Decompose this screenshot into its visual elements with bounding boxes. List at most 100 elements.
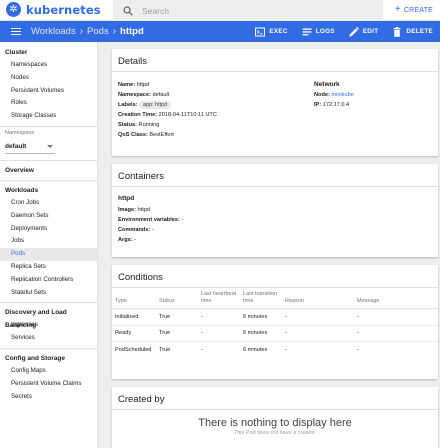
logo-text: kubernetes [26,2,101,17]
card-title-conditions: Conditions [112,265,438,288]
detail-ip: IP: 172.17.0.4 [314,102,350,109]
cell-status: True [159,347,171,353]
column-header-last-heartbeat[interactable]: Last heartbeat time [198,288,240,309]
sidebar-divider [0,347,97,349]
detail-status: Status: Running [118,122,160,129]
edit-button[interactable]: EDIT [342,26,386,37]
hamburger-menu-icon[interactable] [6,21,26,42]
sidebar-item-replica-sets[interactable]: Replica Sets [0,261,97,274]
detail-name: Name: httpd [118,82,150,88]
container-name: httpd [118,195,135,202]
main-content: Details Name: httpd Namespace: default L… [112,49,438,448]
exec-button[interactable]: EXEC [248,27,294,37]
container-image: Image: httpd [118,207,151,213]
caret-down-icon [47,145,53,149]
delete-button[interactable]: DELETE [385,26,440,37]
container-env-vars: Environment variables: - [118,217,184,224]
sidebar-item-overview[interactable]: Overview [0,164,97,177]
sidebar-heading-discovery[interactable]: Discovery and Load Balancing [0,306,97,329]
cell-last-transition: 6 minutes [240,325,282,342]
cell-type: PodScheduled [115,347,152,353]
sidebar-item-storage-classes[interactable]: Storage Classes [0,110,97,123]
sidebar-item-namespaces[interactable]: Namespaces [0,59,97,72]
sidebar-item-persistent-volumes[interactable]: Persistent Volumes [0,85,97,98]
conditions-table: Type Status Last heartbeat time Last tra… [112,288,438,358]
column-header-status[interactable]: Status [156,288,198,309]
sidebar-item-daemon-sets[interactable]: Daemon Sets [0,210,97,223]
cell-last-heartbeat: - [198,325,240,342]
network-heading: Network [314,81,340,88]
cell-message: - [354,325,438,342]
sidebar-heading-cluster[interactable]: Cluster [0,46,97,59]
sidebar: Cluster Namespaces Nodes Persistent Volu… [0,42,98,448]
sidebar-item-cron-jobs[interactable]: Cron Jobs [0,197,97,210]
search-icon [123,5,133,16]
sidebar-item-jobs[interactable]: Jobs [0,235,97,248]
column-header-type[interactable]: Type [112,288,156,309]
container-commands: Commands: - [118,227,154,234]
table-header-row: Type Status Last heartbeat time Last tra… [112,288,438,309]
sidebar-divider [0,159,97,161]
detail-namespace: Namespace: default [118,92,170,99]
sidebar-item-stateful-sets[interactable]: Stateful Sets [0,287,97,300]
sidebar-divider [0,179,97,181]
card-title-details: Details [112,49,438,72]
sidebar-item-services[interactable]: Services [0,332,97,345]
sidebar-item-secrets[interactable]: Secrets [0,391,97,404]
top-bar: ✲ kubernetes + CREATE [0,0,440,21]
cell-type: Ready [112,325,156,342]
create-button[interactable]: + CREATE [395,5,433,15]
sidebar-item-roles[interactable]: Roles [0,97,97,110]
details-card: Details Name: httpd Namespace: default L… [112,49,438,156]
node-link[interactable]: minikube [331,92,353,98]
sidebar-item-nodes[interactable]: Nodes [0,72,97,85]
sidebar-heading-workloads[interactable]: Workloads [0,184,97,197]
sidebar-item-config-maps[interactable]: Config Maps [0,365,97,378]
namespace-select[interactable]: default [5,141,55,154]
column-header-last-transition[interactable]: Last transition time [240,288,282,309]
pencil-icon [349,26,359,36]
plus-icon: + [394,4,401,15]
cell-reason: - [285,347,287,353]
cell-last-transition: 6 minutes [240,308,282,326]
breadcrumb-workloads[interactable]: Workloads [31,26,76,37]
container-args: Args: - [118,237,137,244]
kubernetes-logo[interactable]: ✲ kubernetes [6,2,101,17]
sidebar-divider [0,302,97,304]
cell-reason: - [282,308,354,326]
sidebar-item-persistent-volume-claims[interactable]: Persistent Volume Claims [0,378,97,391]
cell-message: - [357,347,359,353]
sidebar-item-ingresses[interactable]: Ingresses [0,319,97,332]
detail-node: Node: minikube [314,92,354,98]
logs-button[interactable]: LOGS [295,27,342,37]
table-row: Ready True - 6 minutes - - [112,325,438,342]
cell-last-transition: 6 minutes [243,347,268,353]
search-bar[interactable] [113,0,383,21]
cell-last-heartbeat: - [201,347,203,353]
cell-last-heartbeat: - [198,308,240,326]
sidebar-heading-config-storage[interactable]: Config and Storage [0,352,97,365]
cell-status: True [156,308,198,326]
search-input[interactable] [142,5,342,16]
sidebar-item-deployments[interactable]: Deployments [0,223,97,236]
empty-state-subtitle: This Pod does not have a creator. [233,430,317,436]
cell-message: - [354,308,438,326]
logs-label: LOGS [315,28,335,35]
create-label: CREATE [403,6,433,14]
empty-state-title: There is nothing to display here [198,417,352,429]
sidebar-item-replication-controllers[interactable]: Replication Controllers [0,274,97,287]
sidebar-item-pods[interactable]: Pods [0,248,97,261]
exec-label: EXEC [269,28,288,35]
breadcrumb-separator: › [79,26,84,37]
label-chip: app: httpd [139,101,172,110]
logs-icon [302,28,312,35]
column-header-message[interactable]: Message [354,288,438,309]
trash-icon [393,26,401,37]
namespace-label: Namespace [5,129,35,136]
breadcrumb-separator: › [112,26,117,37]
breadcrumb-pods[interactable]: Pods [87,26,109,37]
column-header-reason[interactable]: Reason [282,288,354,309]
sidebar-divider [0,125,97,127]
kubernetes-wheel-icon: ✲ [6,2,21,17]
edit-label: EDIT [362,28,379,35]
